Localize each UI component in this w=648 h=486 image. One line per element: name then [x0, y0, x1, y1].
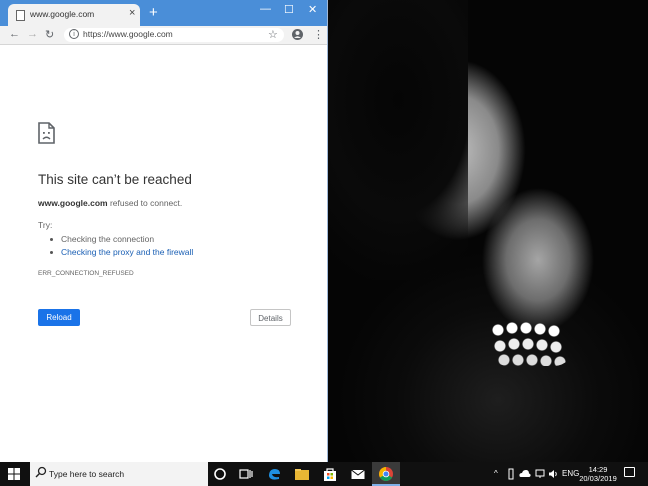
forward-icon[interactable]: → — [27, 28, 38, 40]
suggestion-item[interactable]: Checking the proxy and the firewall — [50, 247, 193, 257]
windows-start-icon[interactable] — [8, 468, 20, 480]
show-hidden-icons[interactable]: ^ — [494, 469, 498, 478]
file-explorer-icon[interactable] — [294, 466, 310, 482]
menu-icon[interactable]: ⋮ — [313, 28, 324, 41]
suggestion-connection: Checking the connection — [61, 234, 155, 244]
language-indicator[interactable]: ENG — [562, 469, 579, 478]
network-icon[interactable] — [535, 469, 545, 479]
reload-icon[interactable]: ↻ — [45, 28, 54, 41]
star-icon[interactable]: ☆ — [268, 28, 278, 41]
page-icon — [16, 10, 25, 21]
notification-icon[interactable] — [624, 467, 635, 477]
sad-page-icon — [38, 122, 55, 144]
store-icon[interactable] — [322, 466, 338, 482]
browser-tab[interactable]: www.google.com × — [8, 4, 140, 26]
reload-button[interactable]: Reload — [38, 309, 80, 326]
clock-time: 14:29 — [588, 465, 608, 474]
taskbar-clock[interactable]: 14:29 20/03/2019 — [578, 465, 618, 483]
chrome-icon — [379, 467, 393, 481]
onedrive-icon[interactable] — [519, 469, 531, 478]
edge-icon[interactable] — [266, 466, 282, 482]
volume-icon[interactable] — [548, 469, 558, 479]
error-description: www.google.com refused to connect. — [38, 198, 182, 208]
chrome-window: www.google.com × + — ☐ ✕ ← → ↻ i https:/… — [0, 0, 328, 462]
wallpaper-pearl-bracelet — [488, 318, 574, 366]
chrome-taskbar-button[interactable] — [372, 462, 400, 486]
usb-icon[interactable] — [507, 468, 515, 480]
mail-icon[interactable] — [350, 466, 366, 482]
wallpaper-portrait-hair — [328, 0, 468, 280]
error-domain: www.google.com — [38, 198, 108, 208]
new-tab-button[interactable]: + — [149, 5, 158, 20]
taskbar-search-box[interactable]: Type here to search — [30, 462, 208, 486]
suggestion-item: Checking the connection — [50, 234, 154, 244]
back-icon[interactable]: ← — [9, 28, 20, 40]
tab-close-icon[interactable]: × — [129, 7, 135, 19]
info-icon[interactable]: i — [69, 29, 79, 39]
desktop-wallpaper — [328, 0, 648, 462]
cortana-icon[interactable] — [212, 466, 228, 482]
taskbar: Type here to search ^ ENG 14:29 20/03/20… — [0, 462, 648, 486]
suggestion-proxy-link[interactable]: Checking the proxy and the firewall — [61, 247, 193, 257]
error-message: refused to connect. — [109, 198, 183, 208]
browser-toolbar: ← → ↻ i https://www.google.com ☆ ⋮ — [0, 26, 327, 45]
error-title: This site can’t be reached — [38, 172, 192, 187]
clock-date: 20/03/2019 — [579, 474, 617, 483]
task-view-icon[interactable] — [238, 466, 254, 482]
maximize-button[interactable]: ☐ — [284, 3, 294, 16]
minimize-button[interactable]: — — [260, 3, 271, 15]
search-placeholder: Type here to search — [49, 469, 125, 479]
title-bar[interactable]: www.google.com × + — ☐ ✕ — [0, 0, 327, 26]
details-button[interactable]: Details — [250, 309, 291, 326]
profile-icon[interactable] — [292, 29, 303, 40]
url-text[interactable]: https://www.google.com — [83, 29, 173, 39]
try-label: Try: — [38, 220, 53, 230]
close-window-button[interactable]: ✕ — [308, 3, 317, 16]
search-icon — [35, 466, 47, 478]
address-bar[interactable]: i https://www.google.com ☆ — [64, 28, 284, 42]
error-code: ERR_CONNECTION_REFUSED — [38, 270, 134, 277]
tab-title: www.google.com — [30, 9, 95, 19]
